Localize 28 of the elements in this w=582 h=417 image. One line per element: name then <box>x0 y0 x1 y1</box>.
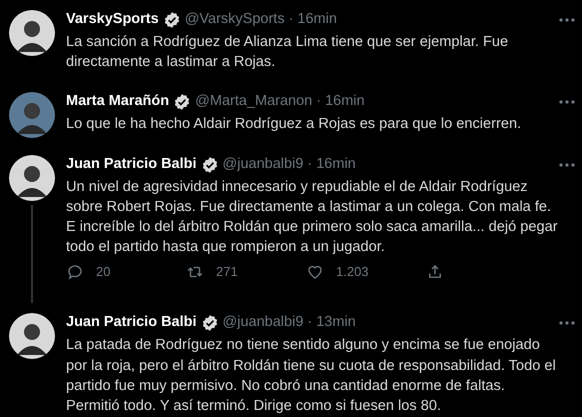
timestamp[interactable]: 16min <box>325 90 365 112</box>
tweet-text: Un nivel de agresividad innecesario y repudiable el de Aldair Rodríguez sobre Robert Rojas. Fue directamente a lastimar a un colega. Con mala fe. E increíble lo del árbitro Roldán que primero solo saca amarilla... dejó pegar todo el partido hasta que rompieron a un jugador. <box>66 178 559 258</box>
tweet-text: Lo que le ha hecho Aldair Rodríguez a Rojas es para que lo encierren. <box>66 114 522 134</box>
user-handle[interactable]: @juanbalbi9 <box>222 312 304 334</box>
user-name[interactable]: VarskySports <box>66 9 159 31</box>
share-icon[interactable] <box>426 262 444 281</box>
separator-dot: · <box>288 10 294 30</box>
user-handle[interactable]: @VarskySports <box>184 9 285 31</box>
tweet-text: La sanción a Rodríguez de Alianza Lima tiene que ser ejemplar. Fue directamente a lastimar a Rojas. <box>66 33 510 72</box>
reply-count: 20 <box>96 262 110 281</box>
user-handle[interactable]: @Marta_Maranon <box>195 90 312 112</box>
separator-dot: · <box>307 313 312 332</box>
user-name[interactable]: Juan Patricio Balbi <box>66 154 197 176</box>
like-count: 1.203 <box>336 262 369 281</box>
reply-icon[interactable] <box>66 262 84 281</box>
avatar[interactable] <box>9 313 55 360</box>
separator-dot: · <box>316 92 322 111</box>
user-name[interactable]: Juan Patricio Balbi <box>66 312 197 334</box>
tweet-text: La patada de Rodríguez no tiene sentido alguno y encima se fue enojado por la roja, pero el árbitro Roldán tiene su cuota de responsabilidad. Todo el partido fue muy permisivo. No cobró una cantidad enorme de faltas. Permitió todo. Y así terminó. Dirige como si fuesen los 80. <box>66 336 557 416</box>
timestamp[interactable]: 16min <box>316 154 356 176</box>
timestamp[interactable]: 16min <box>297 9 337 31</box>
user-handle[interactable]: @juanbalbi9 <box>222 154 304 176</box>
retweet-count: 271 <box>216 262 238 281</box>
avatar[interactable] <box>9 10 55 56</box>
separator-dot: · <box>307 154 312 174</box>
timestamp[interactable]: 13min <box>316 312 356 334</box>
avatar[interactable] <box>9 154 55 201</box>
user-name[interactable]: Marta Marañón <box>66 90 170 112</box>
